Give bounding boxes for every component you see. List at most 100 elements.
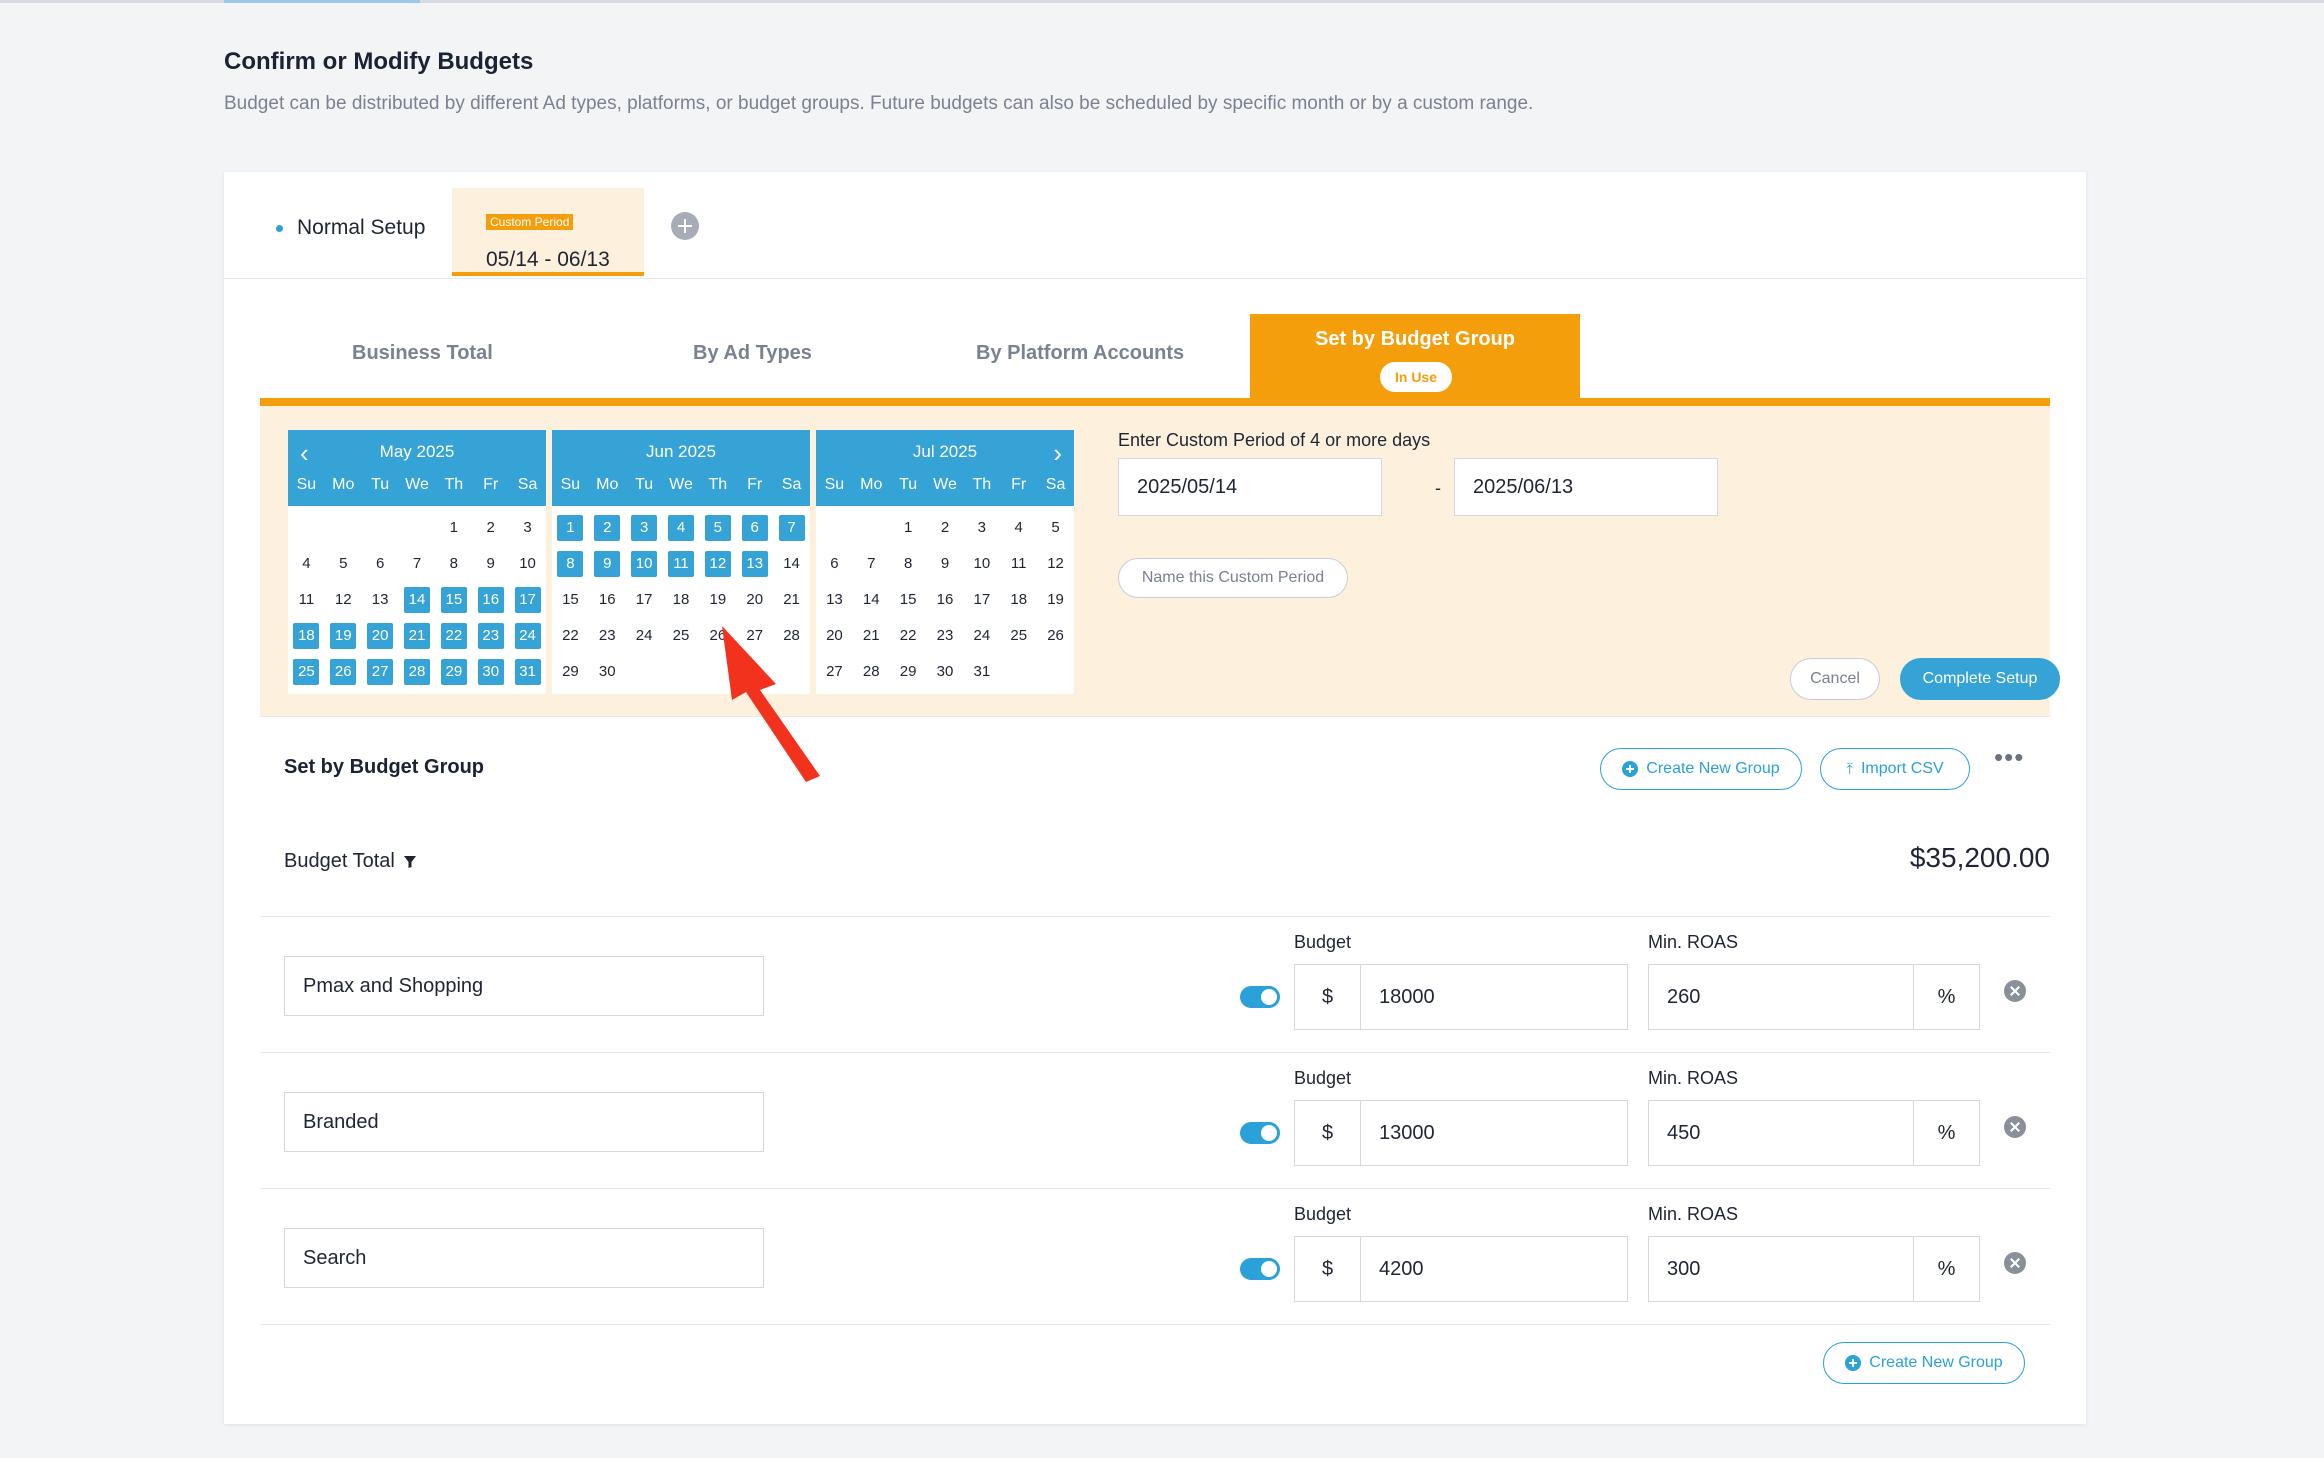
name-custom-period-button[interactable]: Name this Custom Period [1118, 558, 1348, 598]
calendar-day[interactable]: 20 [362, 618, 399, 654]
calendar-day[interactable]: 24 [963, 618, 1000, 654]
calendar-day[interactable]: 22 [552, 618, 589, 654]
calendar-day[interactable]: 13 [362, 582, 399, 618]
calendar-day[interactable]: 25 [288, 654, 325, 690]
calendar-day[interactable]: 10 [963, 546, 1000, 582]
calendar-day[interactable]: 4 [663, 510, 700, 546]
calendar-day[interactable]: 5 [699, 510, 736, 546]
calendar-day[interactable]: 3 [626, 510, 663, 546]
calendar-day[interactable]: 26 [1037, 618, 1074, 654]
calendar-day[interactable]: 25 [1000, 618, 1037, 654]
calendar-day[interactable]: 13 [736, 546, 773, 582]
roas-value[interactable]: 300 [1667, 1237, 1700, 1301]
chevron-right-icon[interactable]: › [1053, 438, 1062, 469]
calendar-day[interactable]: 17 [626, 582, 663, 618]
calendar-day[interactable]: 29 [435, 654, 472, 690]
calendar-day[interactable]: 6 [736, 510, 773, 546]
import-csv-button[interactable]: ⤒ Import CSV [1820, 748, 1970, 790]
calendar-day[interactable]: 18 [288, 618, 325, 654]
calendar-day[interactable]: 26 [325, 654, 362, 690]
budget-field[interactable]: $4200 [1294, 1236, 1628, 1302]
calendar-day[interactable]: 1 [890, 510, 927, 546]
group-enabled-toggle[interactable] [1240, 1122, 1280, 1144]
min-roas-field[interactable]: 260% [1648, 964, 1980, 1030]
calendar-day[interactable]: 15 [890, 582, 927, 618]
remove-group-icon[interactable] [2004, 980, 2026, 1002]
calendar-day[interactable]: 12 [1037, 546, 1074, 582]
calendar-day[interactable]: 8 [552, 546, 589, 582]
calendar-day[interactable]: 31 [509, 654, 546, 690]
calendar-day[interactable]: 11 [288, 582, 325, 618]
calendar-day[interactable]: 16 [472, 582, 509, 618]
calendar-day[interactable]: 27 [816, 654, 853, 690]
calendar-day[interactable]: 29 [890, 654, 927, 690]
calendar-day[interactable]: 30 [927, 654, 964, 690]
calendar-day[interactable]: 2 [472, 510, 509, 546]
min-roas-field[interactable]: 300% [1648, 1236, 1980, 1302]
calendar-day[interactable]: 11 [663, 546, 700, 582]
calendar-day[interactable]: 21 [853, 618, 890, 654]
cancel-button[interactable]: Cancel [1790, 658, 1880, 700]
group-enabled-toggle[interactable] [1240, 986, 1280, 1008]
calendar-day[interactable]: 22 [435, 618, 472, 654]
calendar-day[interactable]: 21 [399, 618, 436, 654]
calendar-day[interactable]: 4 [1000, 510, 1037, 546]
end-date-input[interactable]: 2025/06/13 [1454, 458, 1718, 516]
calendar-day[interactable]: 10 [626, 546, 663, 582]
calendar-day[interactable]: 24 [509, 618, 546, 654]
calendar-day[interactable]: 7 [853, 546, 890, 582]
period-tab-normal[interactable]: Normal Setup [276, 216, 425, 240]
more-options-icon[interactable]: ••• [1994, 742, 2024, 773]
calendar-day[interactable]: 25 [663, 618, 700, 654]
calendar-day[interactable]: 20 [736, 582, 773, 618]
calendar-day[interactable]: 31 [963, 654, 1000, 690]
calendar-day[interactable]: 14 [853, 582, 890, 618]
calendar-day[interactable]: 14 [773, 546, 810, 582]
calendar-day[interactable]: 15 [552, 582, 589, 618]
start-date-input[interactable]: 2025/05/14 [1118, 458, 1382, 516]
add-period-icon[interactable] [671, 212, 699, 240]
budget-value[interactable]: 4200 [1379, 1237, 1424, 1301]
calendar-day[interactable]: 8 [435, 546, 472, 582]
calendar-day[interactable]: 12 [699, 546, 736, 582]
tab-by-platform-accounts[interactable]: By Platform Accounts [976, 342, 1184, 365]
calendar-day[interactable]: 14 [399, 582, 436, 618]
calendar-day[interactable]: 28 [399, 654, 436, 690]
calendar-day[interactable]: 23 [589, 618, 626, 654]
calendar-day[interactable]: 16 [589, 582, 626, 618]
group-name-input[interactable]: Branded [284, 1092, 764, 1152]
calendar-day[interactable]: 30 [589, 654, 626, 690]
calendar-day[interactable]: 24 [626, 618, 663, 654]
tab-business-total[interactable]: Business Total [352, 342, 493, 365]
calendar-day[interactable]: 1 [435, 510, 472, 546]
calendar-day[interactable]: 18 [1000, 582, 1037, 618]
calendar-day[interactable]: 2 [589, 510, 626, 546]
remove-group-icon[interactable] [2004, 1116, 2026, 1138]
calendar-day[interactable]: 6 [816, 546, 853, 582]
chevron-left-icon[interactable]: ‹ [300, 438, 309, 469]
calendar-day[interactable]: 17 [963, 582, 1000, 618]
calendar-day[interactable]: 9 [927, 546, 964, 582]
calendar-day[interactable]: 8 [890, 546, 927, 582]
remove-group-icon[interactable] [2004, 1252, 2026, 1274]
calendar-day[interactable]: 15 [435, 582, 472, 618]
calendar-day[interactable]: 17 [509, 582, 546, 618]
budget-value[interactable]: 18000 [1379, 965, 1435, 1029]
group-enabled-toggle[interactable] [1240, 1258, 1280, 1280]
calendar-day[interactable]: 4 [288, 546, 325, 582]
calendar-day[interactable]: 12 [325, 582, 362, 618]
budget-value[interactable]: 13000 [1379, 1101, 1435, 1165]
roas-value[interactable]: 450 [1667, 1101, 1700, 1165]
calendar-day[interactable]: 9 [589, 546, 626, 582]
calendar-day[interactable]: 7 [399, 546, 436, 582]
footer-create-new-group-button[interactable]: Create New Group [1823, 1342, 2025, 1384]
budget-total-filter[interactable]: Budget Total [284, 850, 417, 873]
calendar-day[interactable]: 28 [853, 654, 890, 690]
calendar-day[interactable]: 27 [362, 654, 399, 690]
calendar-day[interactable]: 19 [325, 618, 362, 654]
calendar-day[interactable]: 11 [1000, 546, 1037, 582]
calendar-day[interactable]: 21 [773, 582, 810, 618]
create-new-group-button[interactable]: Create New Group [1600, 748, 1802, 790]
calendar-day[interactable]: 3 [963, 510, 1000, 546]
calendar-day[interactable]: 22 [890, 618, 927, 654]
